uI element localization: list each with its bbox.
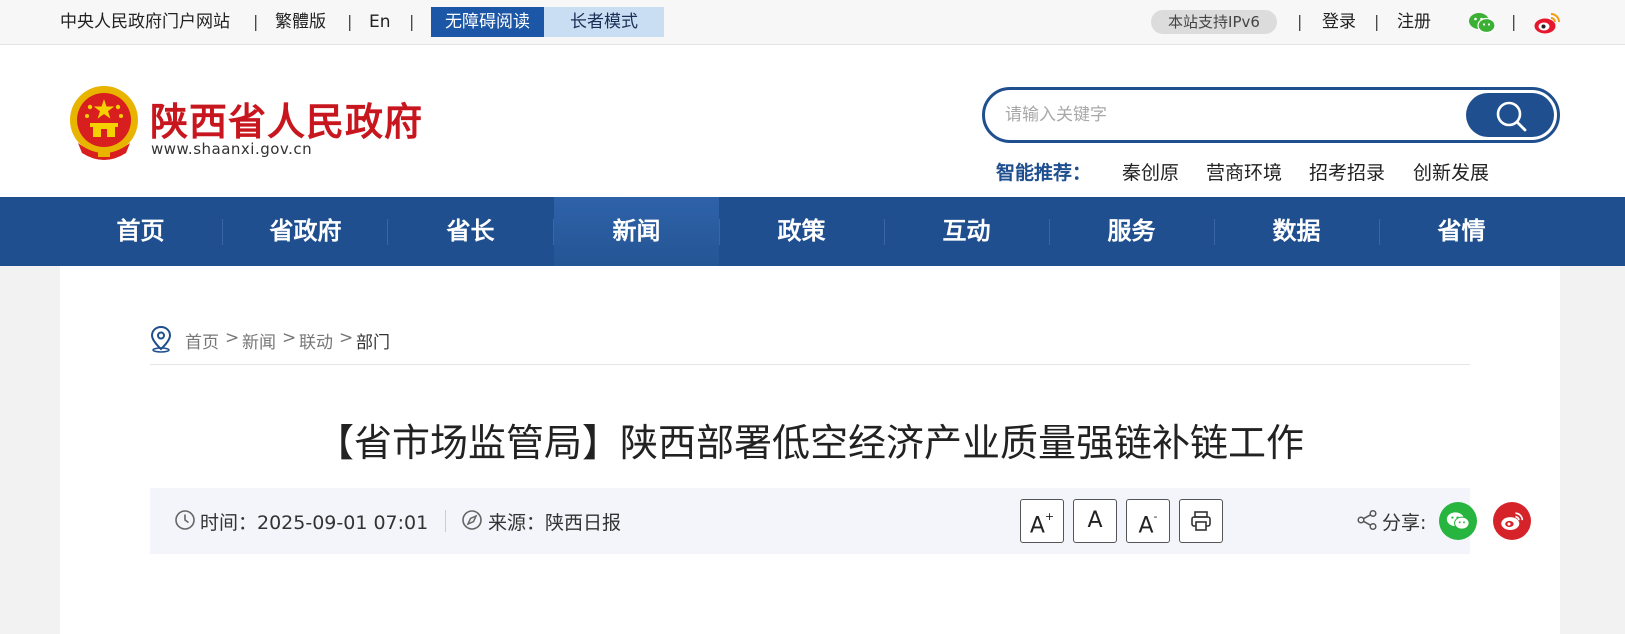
breadcrumb-linkage[interactable]: 联动 <box>299 328 333 353</box>
elder-mode-button[interactable]: 长者模式 <box>544 7 664 37</box>
search-box <box>982 87 1560 143</box>
accessibility-button[interactable]: 无障碍阅读 <box>431 7 544 37</box>
login-link[interactable]: 登录 <box>1322 12 1356 32</box>
wechat-icon <box>1446 512 1470 530</box>
font-increase-button[interactable]: A+ <box>1020 499 1064 543</box>
nav-news[interactable]: 新闻 <box>554 197 719 266</box>
breadcrumb-separator: > <box>225 328 240 348</box>
nav-data[interactable]: 数据 <box>1214 197 1379 266</box>
nav-policy[interactable]: 政策 <box>719 197 884 266</box>
share-icon <box>1357 509 1377 531</box>
site-header: 陕西省人民政府 www.shaanxi.gov.cn 智能推荐： 秦创原 营商环… <box>0 45 1625 197</box>
font-decrease-button[interactable]: A- <box>1126 499 1170 543</box>
site-domain: www.shaanxi.gov.cn <box>151 140 313 158</box>
location-pin-icon <box>150 325 172 353</box>
separator: | <box>1374 12 1380 31</box>
share-weibo-button[interactable] <box>1493 502 1531 540</box>
separator: | <box>253 12 259 31</box>
nav-home[interactable]: 首页 <box>58 197 223 266</box>
print-button[interactable] <box>1179 499 1223 543</box>
weibo-icon <box>1501 512 1524 530</box>
breadcrumb-separator: > <box>282 328 297 348</box>
main-nav: 首页 省政府 省长 新闻 政策 互动 服务 数据 省情 <box>0 197 1625 266</box>
publish-time: 时间：2025-09-01 07:01 <box>200 512 429 534</box>
recommend-label: 智能推荐： <box>996 162 1092 184</box>
article-meta-bar: 时间：2025-09-01 07:01 来源：陕西日报 A+ A A- 分享: <box>150 488 1531 554</box>
meta-separator <box>445 510 446 532</box>
nav-provincial-gov[interactable]: 省政府 <box>223 197 388 266</box>
link-english[interactable]: En <box>369 12 391 32</box>
share-wechat-button[interactable] <box>1439 502 1477 540</box>
share-label: 分享: <box>1382 512 1427 534</box>
recommend-item-business-env[interactable]: 营商环境 <box>1206 158 1282 185</box>
separator: | <box>409 12 415 31</box>
article-source: 来源：陕西日报 <box>488 512 622 534</box>
breadcrumb-divider <box>150 364 1470 365</box>
search-input[interactable] <box>1005 102 1445 128</box>
nav-interaction[interactable]: 互动 <box>884 197 1049 266</box>
register-link[interactable]: 注册 <box>1397 12 1431 32</box>
separator: | <box>1297 12 1303 31</box>
recommend-item-recruitment[interactable]: 招考招录 <box>1309 158 1385 185</box>
compass-icon <box>462 510 482 530</box>
nav-governor[interactable]: 省长 <box>388 197 553 266</box>
ipv6-badge: 本站支持IPv6 <box>1151 10 1277 34</box>
search-icon <box>1496 101 1527 132</box>
article-title: 【省市场监管局】陕西部署低空经济产业质量强链补链工作 <box>315 421 1304 465</box>
recommend-item-innovation[interactable]: 创新发展 <box>1413 158 1489 185</box>
link-central-gov[interactable]: 中央人民政府门户网站 <box>60 12 230 32</box>
article-container: 首页 > 新闻 > 联动 > 部门 【省市场监管局】陕西部署低空经济产业质量强链… <box>60 266 1560 634</box>
font-default-button[interactable]: A <box>1073 499 1117 543</box>
breadcrumb-separator: > <box>339 328 354 348</box>
breadcrumb-department[interactable]: 部门 <box>356 328 390 353</box>
print-icon <box>1191 511 1211 531</box>
separator: | <box>347 12 353 31</box>
top-utility-bar: 中央人民政府门户网站 | 繁體版 | En | 无障碍阅读 长者模式 本站支持I… <box>0 0 1625 45</box>
clock-icon <box>175 510 195 530</box>
recommend-item-qinchuangyuan[interactable]: 秦创原 <box>1122 158 1179 185</box>
search-button[interactable] <box>1466 93 1554 137</box>
national-emblem-icon[interactable] <box>68 83 140 161</box>
link-traditional-chinese[interactable]: 繁體版 <box>275 12 326 32</box>
separator: | <box>1511 12 1517 31</box>
breadcrumb-news[interactable]: 新闻 <box>242 328 276 353</box>
nav-services[interactable]: 服务 <box>1049 197 1214 266</box>
wechat-icon[interactable] <box>1468 12 1496 34</box>
breadcrumb-home[interactable]: 首页 <box>185 328 219 353</box>
nav-province-info[interactable]: 省情 <box>1379 197 1544 266</box>
site-title[interactable]: 陕西省人民政府 <box>150 91 423 146</box>
weibo-icon[interactable] <box>1533 11 1561 35</box>
